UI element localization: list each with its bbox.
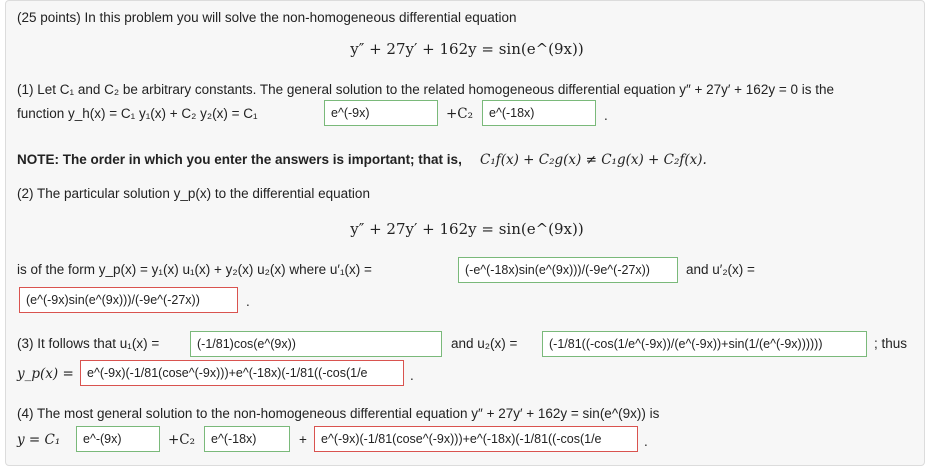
answer-u1-input[interactable]: (-1/81)cos(e^(9x)) [190,331,442,357]
yp-label: y_p(x) = [17,366,74,382]
part2-form-text: is of the form y_p(x) = y₁(x) u₁(x) + y₂… [17,262,372,277]
plus-c2-label: +C₂ [168,432,196,448]
note-label: NOTE: The order in which you enter the a… [17,152,462,167]
answer-y2-input[interactable]: e^(-18x) [482,100,596,126]
part2-text: (2) The particular solution y_p(x) to th… [17,186,370,201]
main-equation: y″ + 27y′ + 162y = sin(e^(9x)) [350,40,584,58]
answer-u1prime-input[interactable]: (-e^(-18x)sin(e^(9x)))/(-9e^(-27x)) [458,257,678,283]
part1-text: (1) Let C₁ and C₂ be arbitrary constants… [17,82,834,97]
answer-u2prime-input[interactable]: (e^(-9x)sin(e^(9x)))/(-9e^(-27x)) [19,287,238,313]
answer-general-a-input[interactable]: e^-(9x) [76,426,160,452]
part1-yh-label: function y_h(x) = C₁ y₁(x) + C₂ y₂(x) = … [17,106,258,121]
thus-label: ; thus [874,336,908,351]
y-c1-label: y = C₁ [17,432,61,448]
period: . [246,294,250,309]
period: . [410,368,414,383]
intro-text: (25 points) In this problem you will sol… [17,10,517,25]
answer-general-c-input[interactable]: e^(-9x)(-1/81(cose^(-9x)))+e^(-18x)(-1/8… [314,426,638,452]
period: . [644,434,648,449]
part3-text: (3) It follows that u₁(x) = [17,336,160,351]
note-math: C₁f(x) + C₂g(x) ≠ C₁g(x) + C₂f(x). [480,152,707,168]
period: . [604,108,608,123]
plus-label: + [299,432,307,447]
answer-y1-input[interactable]: e^(-9x) [324,100,438,126]
part4-text: (4) The most general solution to the non… [17,406,660,421]
and-u2prime-label: and u′₂(x) = [686,262,755,277]
plus-c2-label: +C₂ [446,106,474,122]
answer-yp-input[interactable]: e^(-9x)(-1/81(cose^(-9x)))+e^(-18x)(-1/8… [80,360,404,386]
part2-equation: y″ + 27y′ + 162y = sin(e^(9x)) [350,220,584,238]
and-u2-label: and u₂(x) = [451,336,518,351]
answer-u2-input[interactable]: (-1/81((-cos(1/e^(-9x))/(e^(-9x))+sin(1/… [542,331,867,357]
answer-general-b-input[interactable]: e^(-18x) [204,426,290,452]
